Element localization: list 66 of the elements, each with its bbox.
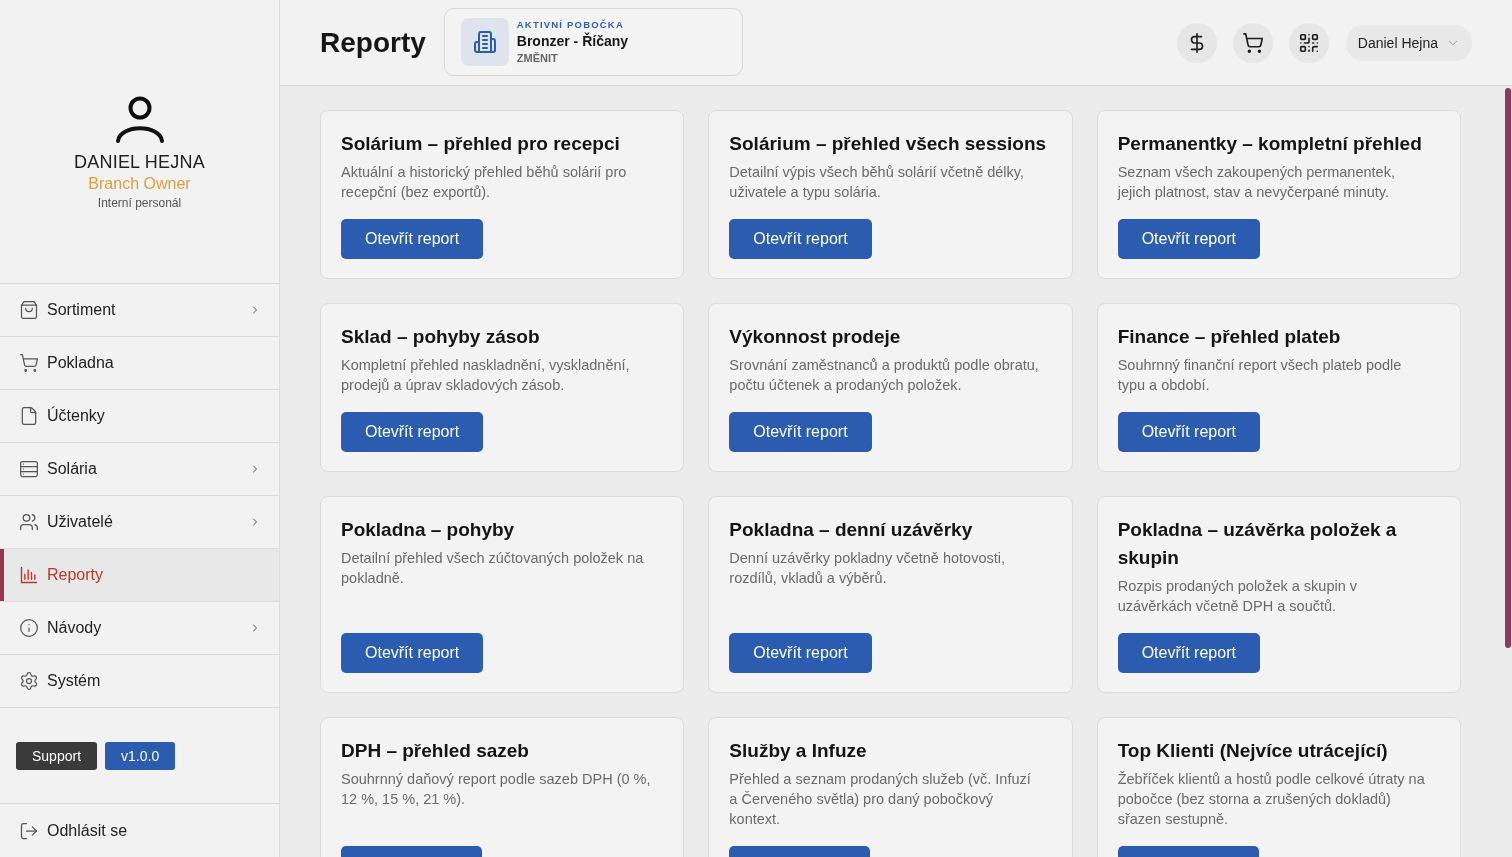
report-description: Seznam všech zakoupených permanentek, jejich platnost, stav a nevyčerpané minuty. [1117, 163, 1396, 202]
report-description: Souhrnný daňový report podle sazeb DPH (0 %, 12 %, 15 %, 21 %). [341, 770, 652, 809]
report-description: Aktuální a historický přehled běhů solárií pro recepční (bez exportů). [341, 163, 628, 202]
page-title: Reporty [320, 26, 426, 59]
report-description: Kompletní přehled naskladnění, vyskladnění, prodejů a úprav skladových zásob. [341, 356, 631, 395]
bar-chart-icon [19, 565, 39, 585]
report-description: Srovnání zaměstnanců a produktů podle obratu, počtu účtenek a prodaných položek. [729, 356, 1040, 395]
report-title: Solárium – přehled všech sessions [729, 132, 1048, 156]
open-report-button[interactable]: Otevřít report [341, 219, 484, 259]
open-report-button[interactable]: Otevřít report [341, 633, 484, 673]
users-icon [19, 512, 39, 532]
report-description: Denní uzávěrky pokladny včetně hotovosti, rozdílů, vkladů a výběrů. [729, 549, 1006, 588]
stacked-rows-icon [19, 459, 39, 479]
change-branch-link[interactable]: ZMĚNIT [516, 50, 629, 66]
open-report-button[interactable]: Otevřít report [729, 412, 872, 452]
scrollbar-thumb[interactable] [1505, 88, 1511, 648]
report-title: Pokladna – pohyby [341, 518, 516, 542]
branch-name: Bronzer - Říčany [516, 31, 629, 51]
open-report-button[interactable]: Otevřít report [341, 412, 484, 452]
report-title: Finance – přehled plateb [1117, 325, 1342, 349]
profile-group: Interní personál [97, 195, 182, 211]
report-title: Pokladna – uzávěrka položek a skupin [1117, 518, 1398, 570]
document-icon [19, 406, 39, 426]
report-title: Pokladna – denní uzávěrky [729, 518, 974, 542]
cart-icon [1241, 31, 1264, 54]
building-icon [460, 17, 509, 66]
settings-icon [19, 671, 39, 691]
report-description: Souhrnný finanční report všech plateb podle typu a období. [1117, 356, 1403, 395]
open-report-button[interactable]: Otevřít report [1117, 412, 1260, 452]
sidebar-menu-item[interactable]: Reporty [0, 549, 279, 602]
support-button[interactable]: Support [16, 741, 98, 770]
branch-card[interactable]: AKTIVNÍ POBOČKA Bronzer - Říčany ZMĚNIT [443, 7, 743, 76]
report-title: Top Klienti (Nejvíce utrácející) [1117, 739, 1389, 763]
profile-name: DANIEL HEJNA [74, 151, 205, 173]
profile-role: Branch Owner [88, 174, 191, 194]
report-description: Žebříček klientů a hostů podle celkové útraty na pobočce (bez storna a zrušených dokladů) sřazen sestupně. [1117, 770, 1426, 829]
sidebar-menu-item[interactable]: Pokladna [0, 337, 279, 390]
report-title: Solárium – přehled pro recepci [341, 132, 621, 156]
report-description: Rozpis prodaných položek a skupin v uzávěrkách včetně DPH a součtů. [1117, 577, 1359, 616]
open-report-button[interactable]: Otevřít report [1117, 633, 1260, 673]
open-report-button[interactable]: Otevřít report [1117, 219, 1260, 259]
shopping-bag-icon [19, 300, 39, 320]
user-icon [113, 96, 166, 144]
sidebar-menu-item[interactable]: Solária [0, 443, 279, 496]
report-title: Výkonnost prodeje [729, 325, 902, 349]
qr-code-icon [1297, 31, 1320, 54]
user-menu-button[interactable]: Daniel Hejna [1345, 24, 1472, 61]
logout-icon [19, 820, 39, 841]
report-title: Sklad – pohyby zásob [341, 325, 541, 349]
report-title: Služby a Infuze [729, 739, 868, 763]
open-report-button[interactable]: Otevřít report [729, 633, 872, 673]
cart-icon [19, 353, 39, 373]
report-description: Přehled a seznam prodaných služeb (vč. Infuzí a Červeného světla) pro daný pobočkový kontext. [729, 770, 1032, 829]
report-title: DPH – přehled sazeb [341, 739, 530, 763]
report-description: Detailní přehled všech zúčtovaných položek na pokladně. [341, 549, 645, 588]
branch-caption: AKTIVNÍ POBOČKA [516, 17, 625, 31]
sidebar-menu-item[interactable]: Návody [0, 602, 279, 655]
sidebar-menu-item[interactable]: Sortiment [0, 284, 279, 337]
version-badge: v1.0.0 [105, 741, 176, 770]
logout-button[interactable]: Odhlásit se [0, 804, 279, 857]
info-icon [19, 618, 39, 638]
report-title: Permanentky – kompletní přehled [1117, 132, 1423, 156]
sidebar-menu-item[interactable]: Systém [0, 655, 279, 708]
report-description: Detailní výpis všech běhů solárií včetně délky, uživatele a typu solária. [729, 163, 1026, 202]
open-report-button[interactable]: Otevřít report [729, 219, 872, 259]
sidebar-menu-item[interactable]: Účtenky [0, 390, 279, 443]
